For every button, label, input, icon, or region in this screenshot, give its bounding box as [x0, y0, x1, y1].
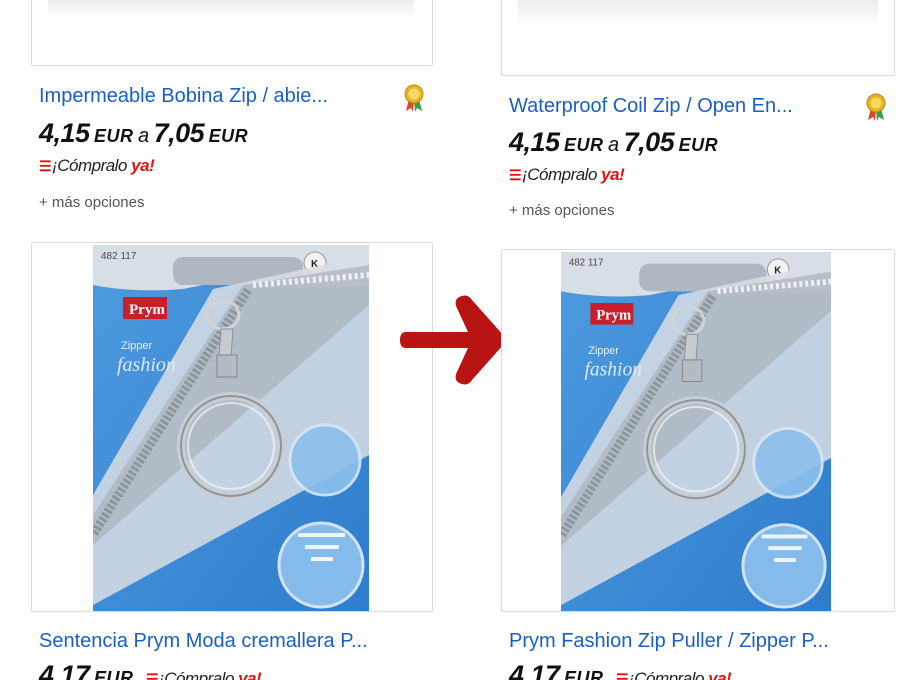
package-line2: fashion: [584, 360, 642, 381]
listing-title-link[interactable]: Waterproof Coil Zip / Open En...: [509, 95, 793, 118]
brand-label: Prym: [129, 302, 165, 318]
listing-image-frame[interactable]: 482 117 K Prym Zipper fashion: [31, 242, 433, 612]
buy-it-now-label: ☰¡Cómpralo ya!: [145, 669, 262, 680]
price-range: 4,15 EUR a 7,05 EUR: [509, 127, 718, 158]
more-options-link[interactable]: + más opciones: [509, 202, 614, 219]
product-code-label: 482 117: [569, 258, 604, 269]
listing-title-link[interactable]: Prym Fashion Zip Puller / Zipper P...: [509, 630, 829, 653]
price-range: 4,15 EUR a 7,05 EUR: [39, 118, 248, 149]
listing-comparison: Impermeable Bobina Zip / abie... 4,15 EU…: [0, 0, 920, 680]
currency-label: EUR: [208, 126, 249, 146]
price-low: 4,15: [509, 127, 560, 157]
buy-it-now-text: ¡Cómpralo: [159, 669, 239, 680]
currency-label: EUR: [94, 668, 134, 680]
package-line2: fashion: [117, 354, 176, 376]
buy-it-now-text: ¡Cómpralo: [52, 156, 132, 175]
price-high: 7,05: [153, 118, 205, 148]
price-row: 4,17 EUR ☰¡Cómpralo ya!: [509, 660, 732, 680]
listing-image-remnant: [518, 0, 878, 27]
brand-label: Prym: [596, 308, 631, 324]
buy-it-now-text: ¡Cómpralo: [629, 669, 709, 680]
currency-label: EUR: [678, 135, 719, 155]
currency-label: EUR: [564, 668, 604, 680]
buy-it-now-label: ☰¡Cómpralo ya!: [509, 165, 625, 185]
price-low: 4,17: [39, 660, 90, 680]
buy-it-now-icon: ☰: [509, 167, 522, 183]
package-line1: Zipper: [588, 345, 619, 357]
top-rated-ribbon-icon: [866, 93, 886, 121]
price-separator: a: [137, 125, 150, 147]
zipper-package-image: 482 117 K Prym Zipper fashion: [561, 252, 831, 611]
listing-image-remnant: [48, 0, 414, 17]
price-separator: a: [607, 134, 620, 156]
buy-it-now-text: ¡Cómpralo: [522, 165, 602, 184]
price-high: 7,05: [623, 127, 675, 157]
price-row: 4,17 EUR ☰¡Cómpralo ya!: [39, 660, 262, 680]
listing-image-frame[interactable]: [31, 0, 433, 66]
product-photo[interactable]: 482 117 K Prym Zipper fashion: [93, 245, 369, 611]
listing-title-link[interactable]: Impermeable Bobina Zip / abie...: [39, 85, 328, 108]
more-options-link[interactable]: + más opciones: [39, 194, 144, 211]
listing-title-link[interactable]: Sentencia Prym Moda cremallera P...: [39, 630, 368, 653]
right-arrow-icon: [400, 295, 506, 385]
buy-it-now-ya: ya!: [131, 156, 155, 175]
buy-it-now-icon: ☰: [615, 671, 629, 680]
listing-image-frame[interactable]: 482 117 K Prym Zipper fashion: [501, 249, 895, 612]
product-photo[interactable]: 482 117 K Prym Zipper fashion: [561, 252, 831, 611]
zipper-package-image: 482 117 K Prym Zipper fashion: [93, 245, 369, 611]
top-rated-ribbon-icon: [404, 84, 424, 112]
product-code-label: 482 117: [101, 251, 137, 262]
package-line1: Zipper: [121, 340, 153, 352]
currency-label: EUR: [94, 126, 134, 146]
buy-it-now-label: ☰¡Cómpralo ya!: [615, 669, 732, 680]
buy-it-now-ya: ya!: [601, 165, 625, 184]
price-low: 4,15: [39, 118, 90, 148]
listing-image-frame[interactable]: [501, 0, 895, 76]
buy-it-now-icon: ☰: [145, 671, 159, 680]
currency-label: EUR: [564, 135, 604, 155]
buy-it-now-ya: ya!: [238, 669, 262, 680]
buy-it-now-label: ☰¡Cómpralo ya!: [39, 156, 155, 176]
price-low: 4,17: [509, 660, 560, 680]
buy-it-now-icon: ☰: [39, 158, 52, 174]
buy-it-now-ya: ya!: [708, 669, 732, 680]
